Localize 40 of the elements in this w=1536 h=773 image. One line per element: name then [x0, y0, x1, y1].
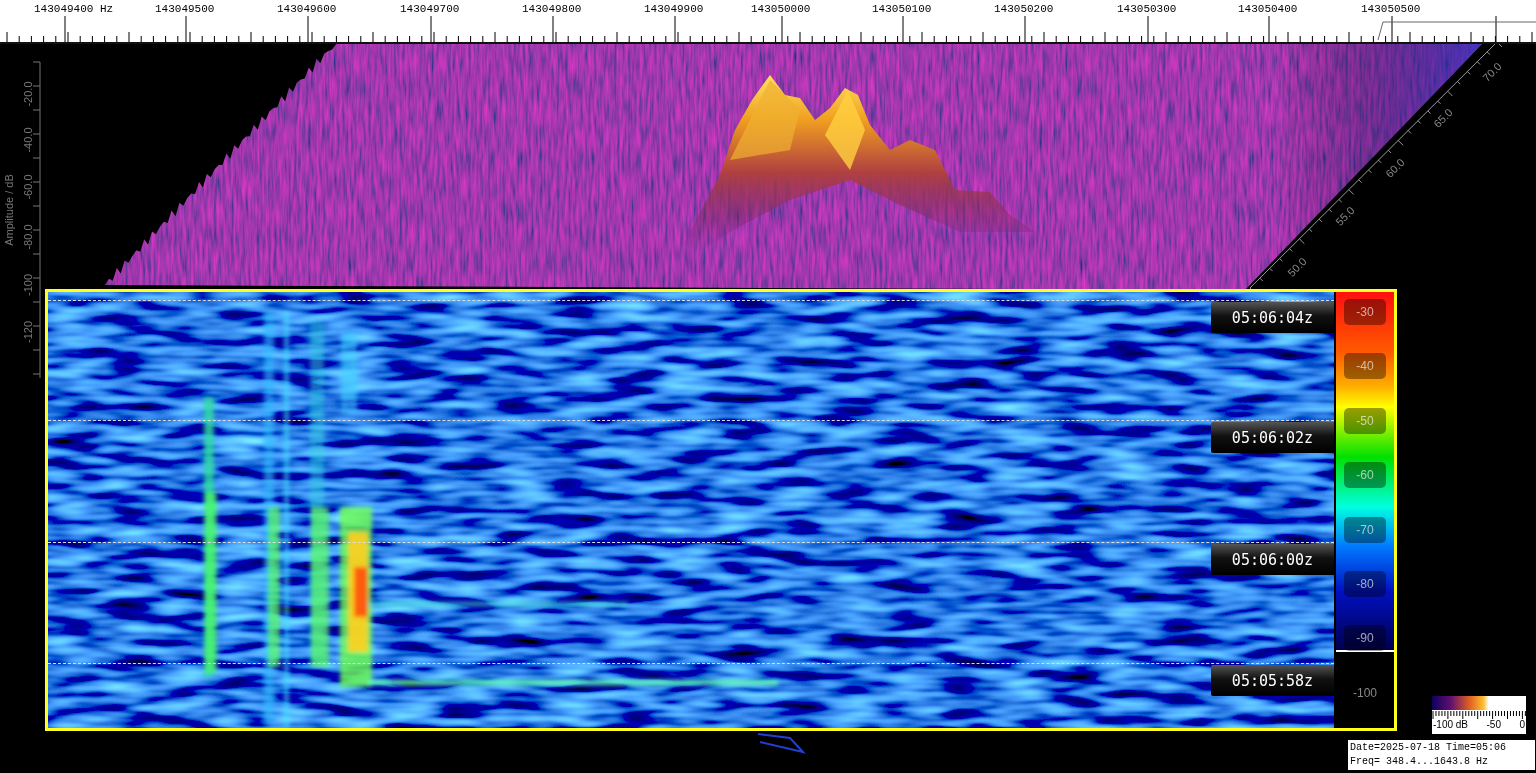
color-scale-label: -40 [1344, 353, 1386, 380]
amplitude-tick-label: -20.0 [22, 81, 34, 107]
timestamp-label: 05:06:02z [1211, 422, 1334, 453]
color-scale-label: -70 [1344, 516, 1386, 543]
amplitude-tick-label: -40.0 [22, 127, 34, 153]
frequency-label: 143050300 [1117, 3, 1177, 15]
frequency-label: 143050200 [994, 3, 1054, 15]
frequency-label: 143049600 [277, 3, 337, 15]
frequency-label: 143050000 [751, 3, 811, 15]
color-scale-label: -90 [1344, 625, 1386, 652]
frequency-label: 143050100 [872, 3, 932, 15]
time-depth-tick-label: 60.0 [1383, 156, 1407, 180]
frequency-label: 143049800 [522, 3, 582, 15]
legend-label: 0 [1519, 719, 1525, 730]
frequency-label: 143049700 [400, 3, 460, 15]
timestamp-label: 05:06:00z [1211, 544, 1334, 575]
color-scale-label: -100 [1352, 684, 1378, 702]
amplitude-axis-title: Amplitude / dB [3, 174, 15, 246]
legend-label: -100 dB [1433, 719, 1469, 730]
frequency-label: 143049400 Hz [34, 3, 114, 15]
color-scale-label: -60 [1344, 462, 1386, 489]
time-depth-tick-label: 70.0 [1480, 60, 1504, 84]
color-scale-label: -80 [1344, 570, 1386, 597]
color-scale-label: -30 [1344, 299, 1386, 325]
frequency-label: 143050500 [1361, 3, 1421, 15]
amplitude-tick-label: -80.0 [22, 224, 34, 250]
amplitude-tick-label: -60.0 [22, 174, 34, 200]
frequency-label: 143049900 [644, 3, 704, 15]
amplitude-tick-label: -120 [22, 321, 34, 343]
frequency-label: 143049500 [155, 3, 215, 15]
color-scale-label: -50 [1344, 407, 1386, 434]
info-text-line: Date=2025-07-18 Time=05:06 [1350, 741, 1508, 755]
amplitude-tick-label: -100 [22, 274, 34, 296]
timestamp-label: 05:05:58z [1211, 665, 1334, 696]
axis-fragment-drawing [757, 733, 806, 754]
time-depth-tick-label: 65.0 [1431, 106, 1455, 130]
info-text-line: Freq= 348.4...1643.8 Hz [1350, 755, 1490, 769]
frequency-label: 143050400 [1238, 3, 1298, 15]
legend-label: -50 [1486, 719, 1501, 730]
timestamp-label: 05:06:04z [1211, 302, 1334, 333]
